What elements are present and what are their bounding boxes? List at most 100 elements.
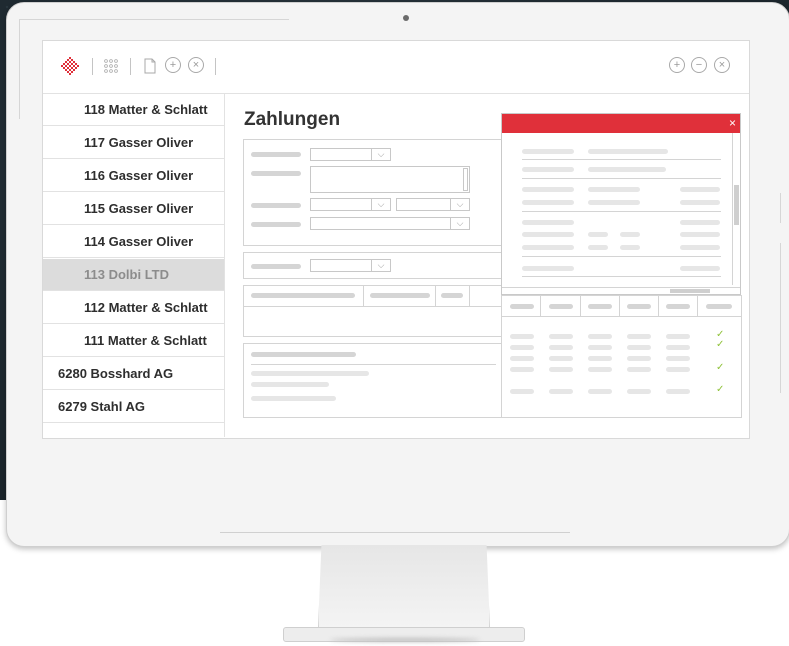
field-label-placeholder — [251, 222, 301, 227]
cell-placeholder — [588, 345, 612, 350]
sidebar-item[interactable]: 118 Matter & Schlatt — [43, 94, 224, 126]
text-line-placeholder — [251, 382, 329, 387]
divider — [522, 159, 721, 160]
column-header-placeholder — [666, 304, 690, 309]
column-header-placeholder — [627, 304, 651, 309]
text-placeholder — [588, 232, 608, 237]
column-divider — [540, 296, 541, 316]
cell-placeholder — [627, 345, 651, 350]
column-divider — [363, 286, 364, 306]
column-header-placeholder — [370, 293, 430, 298]
close-icon[interactable]: × — [714, 57, 730, 73]
dropdown[interactable]: ⌵ — [310, 217, 470, 230]
text-placeholder — [522, 149, 574, 154]
divider — [522, 178, 721, 179]
sidebar-item[interactable]: 117 Gasser Oliver — [43, 127, 224, 159]
text-placeholder — [680, 245, 720, 250]
dropdown[interactable]: ⌵ — [396, 198, 470, 211]
toolbar-separator — [130, 58, 131, 75]
cell-placeholder — [627, 367, 651, 372]
divider — [522, 276, 721, 277]
divider — [522, 256, 721, 257]
text-line-placeholder — [251, 371, 369, 376]
sidebar-item[interactable]: 6279 Stahl AG — [43, 391, 224, 423]
column-divider — [435, 286, 436, 306]
textarea[interactable] — [310, 166, 470, 193]
chevron-down-icon: ⌵ — [450, 199, 469, 210]
chevron-down-icon: ⌵ — [371, 260, 390, 271]
cell-placeholder — [666, 389, 690, 394]
add-icon[interactable]: + — [165, 57, 181, 73]
cell-placeholder — [666, 367, 690, 372]
sidebar-item[interactable]: 6280 Bosshard AG — [43, 358, 224, 390]
modal-dialog: × — [501, 113, 741, 295]
grid-icon[interactable] — [103, 58, 119, 74]
divider — [522, 211, 721, 212]
check-icon: ✓ — [716, 384, 725, 395]
cell-placeholder — [510, 345, 534, 350]
cell-placeholder — [627, 356, 651, 361]
text-placeholder — [588, 187, 640, 192]
cell-placeholder — [510, 389, 534, 394]
scrollbar[interactable] — [463, 168, 468, 191]
text-placeholder — [588, 245, 608, 250]
vertical-scrollbar[interactable] — [732, 133, 740, 285]
minus-icon[interactable]: − — [691, 57, 707, 73]
column-header-placeholder — [588, 304, 612, 309]
cell-placeholder — [588, 367, 612, 372]
text-placeholder — [680, 266, 720, 271]
close-icon[interactable]: × — [729, 115, 736, 132]
cell-placeholder — [666, 334, 690, 339]
dropdown[interactable]: ⌵ — [310, 148, 391, 161]
column-header-placeholder — [441, 293, 463, 298]
column-header-placeholder — [510, 304, 534, 309]
logo-icon[interactable] — [60, 56, 80, 76]
scrollbar-thumb[interactable] — [734, 185, 739, 225]
check-icon: ✓ — [716, 339, 725, 350]
sidebar-item[interactable]: 115 Gasser Oliver — [43, 193, 224, 225]
add-icon[interactable]: + — [669, 57, 685, 73]
cell-placeholder — [510, 356, 534, 361]
sidebar-item-selected[interactable]: 113 Dolbi LTD — [43, 259, 224, 291]
text-placeholder — [522, 232, 574, 237]
sidebar-item[interactable]: 112 Matter & Schlatt — [43, 292, 224, 324]
sidebar-item[interactable]: 111 Matter & Schlatt — [43, 325, 224, 357]
bezel-line — [19, 19, 20, 119]
text-placeholder — [588, 200, 640, 205]
scrollbar-thumb[interactable] — [670, 289, 710, 293]
text-placeholder — [522, 200, 574, 205]
form-panel: ⌵ ⌵ ⌵ ⌵ — [243, 139, 505, 246]
text-placeholder — [522, 266, 574, 271]
cell-placeholder — [666, 345, 690, 350]
grid-header-divider — [502, 316, 741, 317]
heading-placeholder — [251, 352, 356, 357]
column-header-placeholder — [549, 304, 573, 309]
text-placeholder — [620, 245, 640, 250]
status-grid: ✓ ✓ ✓ ✓ — [501, 295, 742, 418]
bezel-line — [780, 243, 781, 393]
sidebar-item[interactable]: 114 Gasser Oliver — [43, 226, 224, 258]
sidebar-item[interactable]: 116 Gasser Oliver — [43, 160, 224, 192]
cell-placeholder — [510, 334, 534, 339]
monitor-stand — [318, 545, 490, 629]
divider — [251, 364, 496, 365]
close-icon[interactable]: × — [188, 57, 204, 73]
horizontal-scrollbar[interactable] — [502, 287, 740, 295]
monitor-chin-line — [220, 532, 570, 533]
text-placeholder — [522, 245, 574, 250]
document-icon[interactable] — [142, 58, 158, 74]
field-label-placeholder — [251, 171, 301, 176]
cell-placeholder — [549, 389, 573, 394]
cell-placeholder — [549, 345, 573, 350]
column-divider — [697, 296, 698, 316]
camera-icon — [403, 15, 409, 21]
text-placeholder — [680, 232, 720, 237]
text-placeholder — [620, 232, 640, 237]
dropdown[interactable]: ⌵ — [310, 259, 391, 272]
cell-placeholder — [588, 356, 612, 361]
dropdown[interactable]: ⌵ — [310, 198, 391, 211]
text-placeholder — [522, 220, 574, 225]
field-label-placeholder — [251, 152, 301, 157]
cell-placeholder — [588, 389, 612, 394]
cell-placeholder — [627, 334, 651, 339]
